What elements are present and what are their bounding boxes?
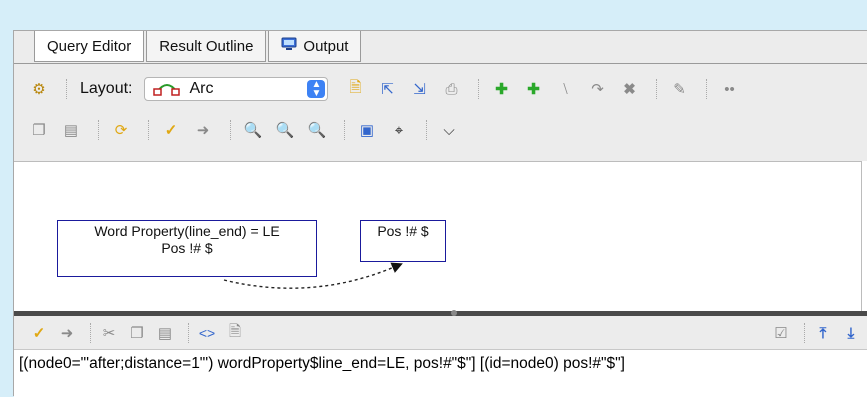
arc-layout-icon [153, 78, 181, 101]
graph-node-word-property[interactable]: Word Property(line_end) = LE Pos !# $ [57, 220, 317, 277]
export-icon[interactable]: ⇱ [376, 78, 398, 100]
layout-select[interactable]: Arc ▲ ▼ [144, 77, 329, 101]
select-stepper-icon: ▲ ▼ [307, 80, 326, 99]
tab-query-editor[interactable]: Query Editor [34, 31, 145, 62]
code-brackets-icon[interactable]: <> [196, 322, 218, 344]
toolbar-separator [706, 79, 708, 99]
paste-icon[interactable]: ▤ [60, 119, 82, 141]
split-pane-divider[interactable] [14, 311, 867, 316]
tab-bar: Query Editor Result Outline Output [34, 31, 363, 65]
layout-label: Layout: [80, 80, 133, 97]
toolbar-separator [148, 120, 150, 140]
node-pos-text: Pos !# $ [161, 240, 213, 256]
toolbar-separator [66, 79, 68, 99]
toolbar-separator [230, 120, 232, 140]
connect-line-icon[interactable]: ⧵ [554, 78, 576, 100]
print-icon[interactable]: ⎙ [440, 78, 462, 100]
edit-pencil-icon[interactable]: ✎ [668, 78, 690, 100]
tab-output[interactable]: Output [268, 31, 362, 62]
monitor-icon [281, 37, 297, 55]
toolbar-separator [656, 79, 658, 99]
copy-icon[interactable]: ❐ [28, 119, 50, 141]
text-editor-toolbar: ✓ ➜ ✂ ❐ ▤ <> 🗎 ☑ ⤒ ⤓ [14, 318, 867, 348]
arrow-right-icon[interactable]: ➜ [192, 119, 214, 141]
redo-edge-icon[interactable]: ↷ [586, 78, 608, 100]
tab-result-outline[interactable]: Result Outline [146, 31, 267, 62]
tab-label: Query Editor [47, 37, 132, 55]
zoom-fit-icon[interactable]: ▣ [356, 119, 378, 141]
graph-scrollbar[interactable] [861, 161, 867, 311]
query-editor-window: Query Editor Result Outline Output ⚙ Lay… [13, 30, 867, 397]
toolbar-separator [344, 120, 346, 140]
delete-icon[interactable]: ✖ [618, 78, 640, 100]
node-pos-text: Pos !# $ [377, 223, 429, 239]
add-edge-icon[interactable]: ✚ [522, 78, 544, 100]
toolbar-separator [188, 323, 190, 343]
query-text: [(node0="'after;distance=1"') wordProper… [19, 355, 625, 372]
import-icon[interactable]: ⇲ [408, 78, 430, 100]
node-condition-text: Word Property(line_end) = LE [94, 223, 280, 239]
add-node-icon[interactable]: ✚ [490, 78, 512, 100]
graph-canvas[interactable]: Word Property(line_end) = LE Pos !# $ Po… [14, 161, 866, 312]
zoom-icon[interactable]: 🔍 [274, 119, 296, 141]
query-text-area[interactable]: [(node0="'after;distance=1"') wordProper… [14, 349, 867, 397]
tab-underline [14, 63, 867, 64]
node-group-icon[interactable]: •• [718, 78, 740, 100]
zoom-in-icon[interactable]: 🔍 [242, 119, 264, 141]
graph-node-pos[interactable]: Pos !# $ [360, 220, 446, 262]
settings-gear-icon[interactable]: ⚙ [28, 78, 50, 100]
cut-icon[interactable]: ✂ [98, 322, 120, 344]
refresh-icon[interactable]: ⟳ [110, 119, 132, 141]
arrow-right-icon[interactable]: ➜ [56, 322, 78, 344]
expand-circle-icon[interactable]: ⌵ [438, 119, 460, 141]
main-toolbar: ⚙ Layout: Arc ▲ ▼ 🗎 ⇱ ⇲ ⎙ ✚ ✚ ⧵ ↷ ✖ ✎ •• [14, 71, 867, 107]
toolbar-separator [478, 79, 480, 99]
new-document-icon[interactable]: 🗎 [344, 78, 366, 100]
paste-icon[interactable]: ▤ [154, 322, 176, 344]
check-mark-icon[interactable]: ✓ [28, 322, 50, 344]
secondary-toolbar: ❐ ▤ ⟳ ✓ ➜ 🔍 🔍 🔍 ▣ ⌖ ⌵ [14, 113, 867, 147]
validate-icon[interactable]: ☑ [770, 322, 792, 344]
toolbar-separator [426, 120, 428, 140]
toolbar-separator [804, 323, 806, 343]
collapse-nodes-icon[interactable]: ⌖ [388, 119, 410, 141]
layout-select-value: Arc [189, 80, 214, 97]
toolbar-separator [90, 323, 92, 343]
clear-document-icon[interactable]: 🗎 [224, 322, 246, 344]
zoom-out-icon[interactable]: 🔍 [306, 119, 328, 141]
move-bottom-icon[interactable]: ⤓ [840, 322, 862, 344]
move-top-icon[interactable]: ⤒ [812, 322, 834, 344]
tab-label: Output [303, 37, 349, 55]
toolbar-separator [98, 120, 100, 140]
copy-icon[interactable]: ❐ [126, 322, 148, 344]
tab-label: Result Outline [159, 37, 254, 55]
check-mark-icon[interactable]: ✓ [160, 119, 182, 141]
divider-handle-icon[interactable] [451, 310, 457, 316]
